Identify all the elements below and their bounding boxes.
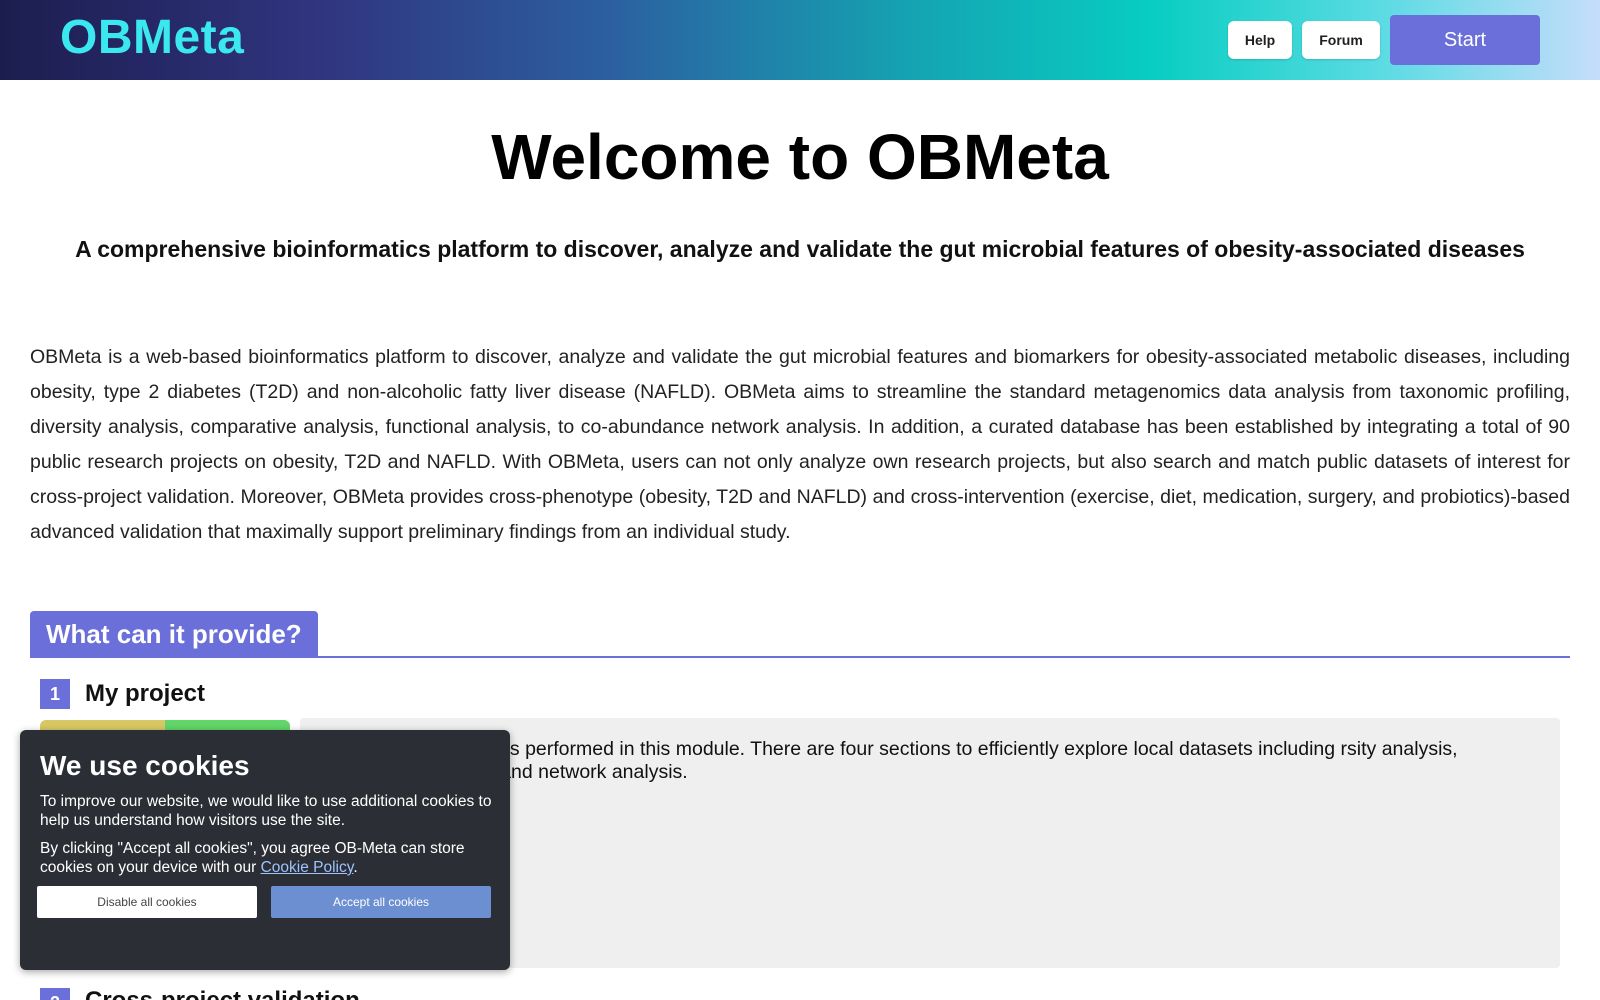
page-title: Welcome to OBMeta — [491, 121, 1109, 193]
cookie-banner-consent-text: By clicking "Accept all cookies", you ag… — [40, 839, 495, 877]
start-button[interactable]: Start — [1390, 15, 1540, 65]
cookie-consent-prefix: By clicking "Accept all cookies", you ag… — [40, 840, 465, 876]
forum-button[interactable]: Forum — [1302, 21, 1380, 59]
section-heading: What can it provide? — [30, 611, 318, 657]
page-subtitle: A comprehensive bioinformatics platform … — [75, 236, 1525, 262]
help-button[interactable]: Help — [1228, 21, 1292, 59]
item-title-cross-project-validation[interactable]: Cross-project validation — [85, 987, 360, 1000]
top-navbar: OBMeta Help Forum Start — [0, 0, 1600, 80]
brand-logo[interactable]: OBMeta — [60, 10, 244, 65]
intro-paragraph: OBMeta is a web-based bioinformatics pla… — [30, 346, 1570, 543]
section-divider — [30, 656, 1570, 658]
cookie-banner-title: We use cookies — [40, 750, 250, 781]
cookie-consent-suffix: . — [353, 859, 358, 876]
item-title-my-project[interactable]: My project — [85, 680, 205, 708]
my-project-description: omics data analysis is performed in this… — [330, 738, 1458, 783]
accept-cookies-button[interactable]: Accept all cookies — [271, 886, 491, 918]
cookie-policy-link[interactable]: Cookie Policy — [261, 859, 354, 876]
item-number-badge: 2 — [40, 988, 70, 1000]
disable-cookies-button[interactable]: Disable all cookies — [37, 886, 257, 918]
item-number-badge: 1 — [40, 679, 70, 709]
cookie-banner: We use cookies To improve our website, w… — [20, 730, 510, 970]
page: OBMeta Help Forum Start Welcome to OBMet… — [0, 0, 1600, 1000]
cookie-banner-text: To improve our website, we would like to… — [40, 793, 492, 829]
